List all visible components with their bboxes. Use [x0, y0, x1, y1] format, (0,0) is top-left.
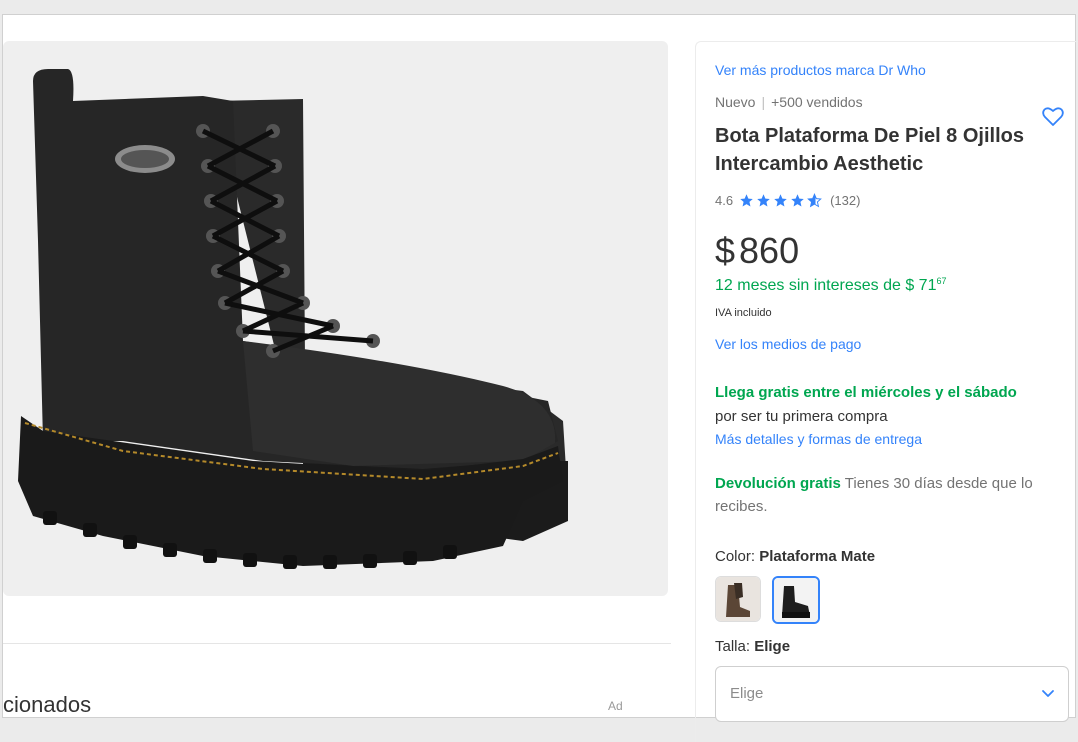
size-select-placeholder: Elige — [730, 685, 764, 702]
product-image-boots — [18, 69, 568, 569]
page-frame: cionados Ad Ver más productos marca Dr W… — [2, 14, 1078, 742]
product-subtitle: Nuevo | +500 vendidos — [715, 94, 863, 110]
chevron-down-icon — [1042, 690, 1054, 697]
payment-methods-link[interactable]: Ver los medios de pago — [715, 336, 861, 352]
installments-text: 12 meses sin intereses de $ 71 — [715, 277, 937, 294]
section-divider — [3, 643, 671, 644]
product-title: Bota Plataforma De Piel 8 Ojillos Interc… — [715, 125, 1024, 175]
subtitle-separator: | — [761, 94, 766, 110]
color-label: Color: — [715, 548, 756, 565]
star-half-icon — [807, 193, 822, 208]
shipping-note: por ser tu primera compra — [715, 408, 888, 425]
color-swatch-option-2-selected[interactable] — [772, 576, 820, 624]
price-value: 860 — [739, 230, 800, 271]
product-image-gallery[interactable] — [3, 41, 668, 596]
size-select[interactable]: Elige — [715, 666, 1069, 722]
brand-link[interactable]: Ver más productos marca Dr Who — [715, 62, 926, 78]
return-label: Devolución gratis — [715, 475, 841, 492]
product-info-panel: Ver más productos marca Dr Who Nuevo | +50… — [695, 41, 1078, 742]
rating-stars — [739, 193, 824, 208]
star-icon — [740, 194, 753, 207]
related-section-title: cionados — [3, 692, 92, 717]
swatch-thumbnail — [774, 578, 818, 622]
star-icon — [791, 194, 804, 207]
shipping-details-link[interactable]: Más detalles y formas de entrega — [715, 431, 922, 447]
color-value: Plataforma Mate — [759, 548, 876, 565]
star-icon — [774, 194, 787, 207]
iva-note: IVA incluido — [715, 307, 772, 319]
swatch-thumbnail — [716, 577, 760, 621]
condition-label: Nuevo — [715, 94, 756, 110]
review-count: (132) — [830, 193, 861, 208]
sold-count: +500 vendidos — [771, 94, 863, 110]
rating-value: 4.6 — [715, 193, 734, 208]
price: $860 — [715, 230, 799, 272]
color-swatch-option-1[interactable] — [715, 576, 761, 622]
star-icon — [757, 194, 770, 207]
ad-label: Ad — [608, 699, 623, 713]
size-label: Talla: — [715, 638, 751, 655]
size-value: Elige — [754, 638, 791, 655]
installments-info: 12 meses sin intereses de $ 7167 — [715, 276, 947, 295]
shipping-headline: Llega gratis entre el miércoles y el sáb… — [715, 384, 1017, 401]
currency-symbol: $ — [715, 230, 736, 271]
rating-row[interactable]: 4.6 (132) — [715, 193, 860, 208]
color-row: Color: Plataforma Mate — [715, 548, 875, 565]
return-policy: Devolución gratis Tienes 30 días desde q… — [715, 472, 1065, 518]
size-row: Talla: Elige — [715, 638, 790, 655]
installments-cents: 67 — [936, 276, 947, 286]
browser-top-strip — [0, 0, 1078, 14]
